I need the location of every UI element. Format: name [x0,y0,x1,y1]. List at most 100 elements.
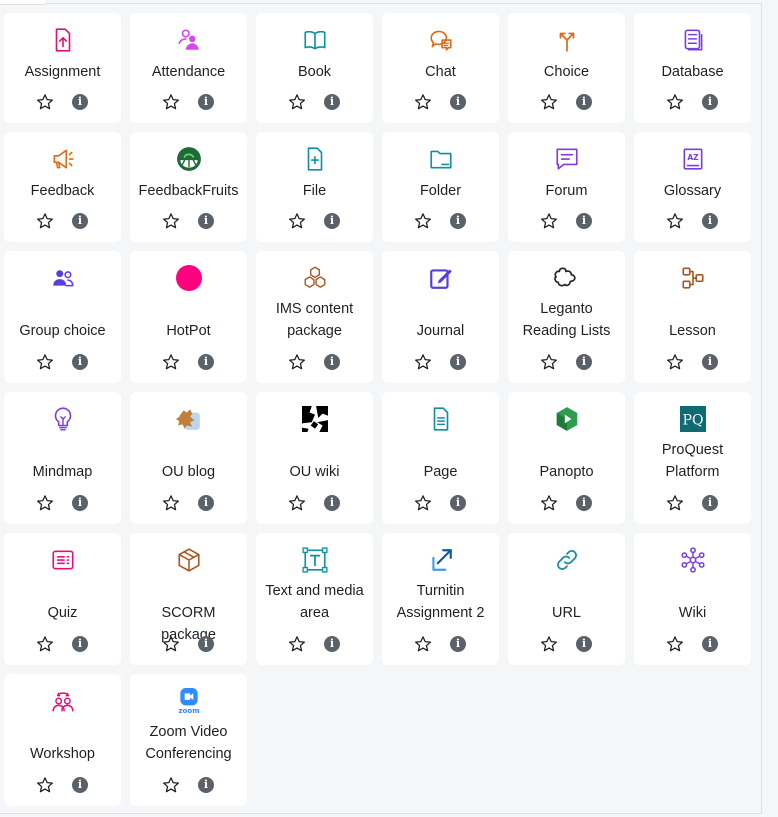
star-icon[interactable] [666,212,684,230]
module-tile-ouwiki[interactable]: OU wiki i [256,392,373,524]
info-icon[interactable]: i [72,495,88,511]
module-tile-proquest[interactable]: PQ ProQuest Platform i [634,392,751,524]
info-icon[interactable]: i [702,636,718,652]
module-tile-url[interactable]: URL i [508,533,625,665]
star-icon[interactable] [162,212,180,230]
info-icon[interactable]: i [702,354,718,370]
info-icon[interactable]: i [198,213,214,229]
module-tile-chat[interactable]: Chat i [382,13,499,123]
info-icon[interactable]: i [198,354,214,370]
info-icon[interactable]: i [324,94,340,110]
star-icon[interactable] [414,635,432,653]
info-icon[interactable]: i [324,636,340,652]
module-actions: i [130,635,247,653]
svg-text:zoom: zoom [178,706,199,714]
star-icon[interactable] [288,353,306,371]
module-tile-feedback[interactable]: Feedback i [4,132,121,242]
wiki-icon [634,545,751,575]
info-icon[interactable]: i [450,636,466,652]
module-tile-textmedia[interactable]: Text and media area i [256,533,373,665]
star-icon[interactable] [540,353,558,371]
star-icon[interactable] [288,93,306,111]
star-icon[interactable] [666,93,684,111]
star-icon[interactable] [162,776,180,794]
module-tile-groupchoice[interactable]: Group choice i [4,251,121,383]
module-tile-workshop[interactable]: Workshop i [4,674,121,806]
star-icon[interactable] [36,353,54,371]
star-icon[interactable] [162,353,180,371]
info-icon[interactable]: i [450,495,466,511]
star-icon[interactable] [288,494,306,512]
star-icon[interactable] [36,635,54,653]
info-icon[interactable]: i [198,636,214,652]
module-tile-book[interactable]: Book i [256,13,373,123]
star-icon[interactable] [36,93,54,111]
workshop-icon [4,686,121,716]
module-tile-panopto[interactable]: Panopto i [508,392,625,524]
star-icon[interactable] [414,353,432,371]
info-icon[interactable]: i [702,495,718,511]
info-icon[interactable]: i [702,213,718,229]
info-icon[interactable]: i [72,777,88,793]
info-icon[interactable]: i [576,636,592,652]
star-icon[interactable] [162,93,180,111]
module-tile-scorm[interactable]: SCORM package i [130,533,247,665]
module-tile-wiki[interactable]: Wiki i [634,533,751,665]
star-icon[interactable] [288,212,306,230]
star-icon[interactable] [540,494,558,512]
info-icon[interactable]: i [576,94,592,110]
star-icon[interactable] [414,212,432,230]
star-icon[interactable] [414,494,432,512]
star-icon[interactable] [36,494,54,512]
star-icon[interactable] [540,212,558,230]
star-icon[interactable] [162,494,180,512]
star-icon[interactable] [540,93,558,111]
module-tile-file[interactable]: File i [256,132,373,242]
module-tile-hotpot[interactable]: HotPot i [130,251,247,383]
module-tile-quiz[interactable]: Quiz i [4,533,121,665]
star-icon[interactable] [162,635,180,653]
star-icon[interactable] [36,776,54,794]
info-icon[interactable]: i [324,495,340,511]
module-tile-feedbackfruits[interactable]: FeedbackFruits i [130,132,247,242]
star-icon[interactable] [666,494,684,512]
info-icon[interactable]: i [72,213,88,229]
info-icon[interactable]: i [450,354,466,370]
module-tile-mindmap[interactable]: Mindmap i [4,392,121,524]
module-tile-database[interactable]: Database i [634,13,751,123]
module-tile-turnitin[interactable]: Turnitin Assignment 2 i [382,533,499,665]
module-tile-journal[interactable]: Journal i [382,251,499,383]
info-icon[interactable]: i [324,213,340,229]
module-tile-folder[interactable]: Folder i [382,132,499,242]
info-icon[interactable]: i [198,777,214,793]
module-tile-zoom[interactable]: zoom Zoom Video Conferencing i [130,674,247,806]
star-icon[interactable] [288,635,306,653]
module-tile-lesson[interactable]: Lesson i [634,251,751,383]
info-icon[interactable]: i [72,354,88,370]
module-tile-ims[interactable]: IMS content package i [256,251,373,383]
star-icon[interactable] [666,635,684,653]
module-tile-choice[interactable]: Choice i [508,13,625,123]
info-icon[interactable]: i [324,354,340,370]
module-tile-attendance[interactable]: Attendance i [130,13,247,123]
module-tile-page[interactable]: Page i [382,392,499,524]
info-icon[interactable]: i [198,94,214,110]
star-icon[interactable] [666,353,684,371]
star-icon[interactable] [414,93,432,111]
star-icon[interactable] [540,635,558,653]
info-icon[interactable]: i [576,213,592,229]
info-icon[interactable]: i [72,94,88,110]
star-icon[interactable] [36,212,54,230]
module-tile-forum[interactable]: Forum i [508,132,625,242]
module-tile-assignment[interactable]: Assignment i [4,13,121,123]
info-icon[interactable]: i [576,354,592,370]
info-icon[interactable]: i [702,94,718,110]
info-icon[interactable]: i [450,213,466,229]
module-tile-leganto[interactable]: Leganto Reading Lists i [508,251,625,383]
module-tile-glossary[interactable]: AZ Glossary i [634,132,751,242]
info-icon[interactable]: i [198,495,214,511]
module-tile-oublog[interactable]: OU blog i [130,392,247,524]
info-icon[interactable]: i [72,636,88,652]
info-icon[interactable]: i [450,94,466,110]
info-icon[interactable]: i [576,495,592,511]
